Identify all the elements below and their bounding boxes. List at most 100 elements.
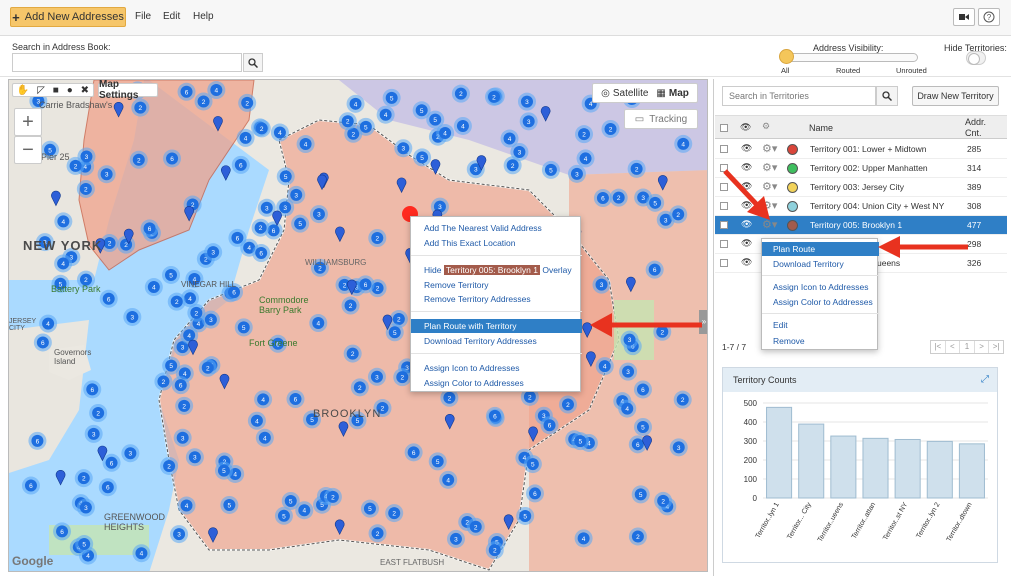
address-cluster-marker[interactable]: 6 xyxy=(99,289,118,308)
address-cluster-marker[interactable]: 5 xyxy=(291,214,310,233)
address-cluster-marker[interactable]: 3 xyxy=(669,438,688,457)
row-checkbox[interactable] xyxy=(720,240,728,248)
expand-icon[interactable]: ⤢ xyxy=(981,374,989,385)
visibility-slider-knob[interactable] xyxy=(779,49,794,64)
address-cluster-marker[interactable]: 6 xyxy=(485,406,504,425)
address-cluster-marker[interactable]: 2 xyxy=(154,372,173,391)
address-cluster-marker[interactable]: 4 xyxy=(576,149,595,168)
chart-bar[interactable] xyxy=(894,438,921,499)
address-cluster-marker[interactable]: 2 xyxy=(628,527,647,546)
map-button[interactable]: Map xyxy=(669,88,689,99)
address-cluster-marker[interactable]: 6 xyxy=(540,416,559,435)
column-addr[interactable]: Addr. xyxy=(965,117,986,127)
address-cluster-marker[interactable]: 3 xyxy=(76,498,95,517)
address-cluster-marker[interactable]: 2 xyxy=(484,87,503,106)
address-cluster-marker[interactable]: 2 xyxy=(251,218,270,237)
address-cluster-marker[interactable]: 6 xyxy=(98,478,117,497)
chart-bar[interactable] xyxy=(830,435,857,499)
ctx-assign-icon[interactable]: Assign Icon to Addresses xyxy=(411,361,582,375)
map-settings-button[interactable]: Map Settings xyxy=(98,80,158,101)
address-cluster-marker[interactable]: 6 xyxy=(404,443,423,462)
dd-assign-icon[interactable]: Assign Icon to Addresses xyxy=(762,280,879,294)
territory-color-dot[interactable] xyxy=(787,182,798,193)
address-cluster-marker[interactable]: 4 xyxy=(255,428,274,447)
hide-territories-toggle[interactable] xyxy=(966,51,986,65)
ctx-plan-route[interactable]: Plan Route with Territory xyxy=(411,319,582,333)
address-cluster-marker[interactable]: 5 xyxy=(428,452,447,471)
address-cluster-marker[interactable]: 3 xyxy=(517,92,536,111)
address-cluster-marker[interactable]: 2 xyxy=(341,296,360,315)
address-cluster-marker[interactable]: 4 xyxy=(346,94,365,113)
square-icon[interactable]: ■ xyxy=(53,85,59,96)
address-cluster-marker[interactable]: 2 xyxy=(673,390,692,409)
polygon-icon[interactable]: ◸ xyxy=(37,85,45,96)
address-cluster-marker[interactable]: 6 xyxy=(177,82,196,101)
ctx-add-exact[interactable]: Add This Exact Location xyxy=(411,236,582,250)
territory-color-dot[interactable] xyxy=(787,220,798,231)
pager-next[interactable]: > xyxy=(975,341,990,353)
address-cluster-marker[interactable]: 4 xyxy=(674,134,693,153)
address-cluster-marker[interactable]: 2 xyxy=(368,228,387,247)
address-cluster-marker[interactable]: 4 xyxy=(144,278,163,297)
hand-icon[interactable]: ✋ xyxy=(17,85,29,96)
address-cluster-marker[interactable]: 2 xyxy=(129,150,148,169)
row-checkbox[interactable] xyxy=(720,145,728,153)
address-cluster-marker[interactable]: 3 xyxy=(201,310,220,329)
address-cluster-marker[interactable]: 6 xyxy=(83,380,102,399)
address-cluster-marker[interactable]: 5 xyxy=(214,461,233,480)
address-cluster-marker[interactable]: 2 xyxy=(338,112,357,131)
address-search-input[interactable] xyxy=(12,53,242,72)
address-cluster-marker[interactable]: 5 xyxy=(413,148,432,167)
eye-icon[interactable]: 👁 xyxy=(741,257,752,268)
address-cluster-marker[interactable]: 4 xyxy=(54,212,73,231)
address-cluster-marker[interactable]: 2 xyxy=(385,504,404,523)
address-cluster-marker[interactable]: 2 xyxy=(654,491,673,510)
address-cluster-marker[interactable]: 6 xyxy=(28,431,47,450)
address-cluster-marker[interactable]: 3 xyxy=(185,448,204,467)
address-cluster-marker[interactable]: 4 xyxy=(177,496,196,515)
address-cluster-marker[interactable]: 3 xyxy=(173,428,192,447)
address-cluster-marker[interactable]: 4 xyxy=(376,105,395,124)
address-cluster-marker[interactable]: 6 xyxy=(140,219,159,238)
address-cluster-marker[interactable]: 6 xyxy=(228,228,247,247)
zoom-in-button[interactable]: + xyxy=(14,108,42,136)
address-cluster-marker[interactable]: 5 xyxy=(382,88,401,107)
address-cluster-marker[interactable]: 2 xyxy=(198,358,217,377)
address-cluster-marker[interactable]: 6 xyxy=(593,189,612,208)
address-cluster-marker[interactable]: 5 xyxy=(234,318,253,337)
dd-assign-color[interactable]: Assign Color to Addresses xyxy=(762,295,879,309)
chart-bar[interactable] xyxy=(926,440,953,499)
address-cluster-marker[interactable]: 3 xyxy=(519,112,538,131)
address-cluster-marker[interactable]: 4 xyxy=(296,135,315,154)
address-cluster-marker[interactable]: 4 xyxy=(453,116,472,135)
eye-icon[interactable]: 👁 xyxy=(741,238,752,249)
address-cluster-marker[interactable]: 2 xyxy=(368,524,387,543)
territory-search-input[interactable]: Search in Territories xyxy=(722,86,876,106)
address-cluster-marker[interactable]: 5 xyxy=(162,265,181,284)
address-cluster-marker[interactable]: 6 xyxy=(102,453,121,472)
address-cluster-marker[interactable]: 2 xyxy=(466,517,485,536)
address-cluster-marker[interactable]: 2 xyxy=(167,292,186,311)
address-cluster-marker[interactable]: 3 xyxy=(204,243,223,262)
address-cluster-marker[interactable]: 4 xyxy=(436,124,455,143)
address-cluster-marker[interactable]: 4 xyxy=(270,123,289,142)
satellite-button[interactable]: Satellite xyxy=(613,88,649,99)
address-cluster-marker[interactable]: 4 xyxy=(54,254,73,273)
select-all-checkbox[interactable] xyxy=(720,124,728,132)
circle-icon[interactable]: ● xyxy=(67,85,73,96)
address-cluster-marker[interactable]: 3 xyxy=(97,165,116,184)
territory-color-dot[interactable] xyxy=(787,201,798,212)
address-cluster-marker[interactable]: 2 xyxy=(451,84,470,103)
visibility-slider-track[interactable] xyxy=(783,53,918,62)
address-cluster-marker[interactable]: 6 xyxy=(231,155,250,174)
address-cluster-marker[interactable]: 2 xyxy=(609,188,628,207)
ctx-add-nearest[interactable]: Add The Nearest Valid Address xyxy=(411,221,582,235)
address-cluster-marker[interactable]: 6 xyxy=(53,522,72,541)
address-cluster-marker[interactable]: 2 xyxy=(627,159,646,178)
address-cluster-marker[interactable]: 2 xyxy=(175,396,194,415)
address-cluster-marker[interactable]: 6 xyxy=(163,149,182,168)
address-cluster-marker[interactable]: 6 xyxy=(356,275,375,294)
address-cluster-marker[interactable]: 2 xyxy=(323,487,342,506)
address-cluster-marker[interactable]: 4 xyxy=(500,129,519,148)
address-cluster-marker[interactable]: 4 xyxy=(618,399,637,418)
